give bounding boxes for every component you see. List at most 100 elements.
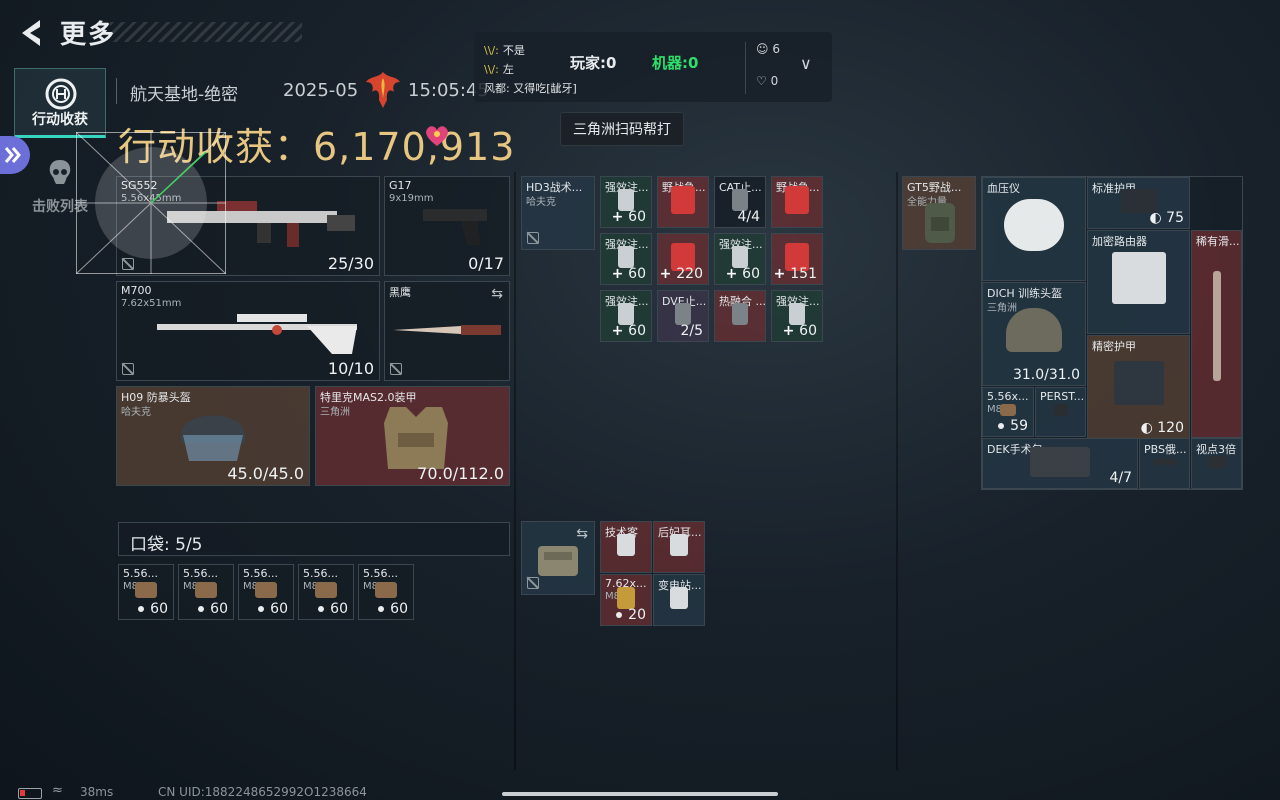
- rig-item[interactable]: + 151: [771, 233, 823, 285]
- person-icon: ☺: [756, 42, 769, 56]
- pocket-item[interactable]: 5.56...M85...60: [238, 564, 294, 620]
- item-name: 5.56...: [363, 567, 398, 580]
- item-name: 5.56x...: [987, 390, 1029, 403]
- chat-line: \\/: 左: [484, 63, 514, 76]
- item-quantity: 60: [628, 209, 646, 225]
- swap-icon[interactable]: ⇆: [491, 286, 503, 302]
- backpack-item[interactable]: 加密路由器: [1087, 230, 1190, 334]
- pistol-icon: [423, 209, 487, 245]
- backpack-item[interactable]: 视点3倍: [1191, 438, 1242, 489]
- backpack-item[interactable]: 5.56x...M85559: [982, 387, 1034, 437]
- item-subname: 三角洲: [987, 303, 1017, 314]
- ammo-box-icon: [135, 581, 157, 598]
- plus-icon: +: [725, 266, 743, 282]
- chest-rig-slot[interactable]: HD3战术... 哈夫克: [521, 176, 595, 250]
- backpack-item[interactable]: 稀有滑...: [1191, 230, 1242, 438]
- helmet-slot[interactable]: H09 防暴头盔 哈夫克 45.0/45.0: [116, 386, 310, 486]
- backpack-item[interactable]: 精密护甲 ◐ 120: [1087, 335, 1190, 439]
- backpack-slot[interactable]: GT5野战... 全能力量: [902, 176, 976, 250]
- rig-item[interactable]: 热融合 ...: [714, 290, 766, 342]
- pouch-slot[interactable]: ⇆: [521, 521, 595, 595]
- tab-harvest[interactable]: 行动收获: [14, 68, 106, 138]
- pouch-item[interactable]: 7.62x...M8...20: [600, 574, 652, 626]
- chat-log: \\/: 不是 \\/: 左 风都: 又得吃[龇牙]: [484, 42, 577, 96]
- surgery-kit-icon: [1030, 446, 1090, 477]
- pocket-item[interactable]: 5.56...M85...60: [298, 564, 354, 620]
- weapon-slot-primary[interactable]: SG552 5.56x45mm 25/30: [116, 176, 380, 276]
- home-indicator[interactable]: [502, 792, 778, 796]
- item-quantity: 60: [330, 601, 348, 617]
- rig-item[interactable]: 野战急...: [771, 176, 823, 228]
- lock-icon: [527, 577, 539, 589]
- plus-icon: +: [611, 323, 629, 339]
- knife-icon: [393, 325, 501, 335]
- item-name: 5.56...: [123, 567, 158, 580]
- pouch-item[interactable]: 变电站...: [653, 574, 705, 626]
- plus-icon: +: [611, 209, 629, 225]
- item-quantity: 59: [1010, 418, 1028, 434]
- ammo-dot-icon: [198, 606, 205, 612]
- rig-item[interactable]: + 220: [657, 233, 709, 285]
- page-title: 更多: [60, 20, 117, 50]
- divider: [745, 42, 746, 94]
- rig-item[interactable]: DVE止... 2/5: [657, 290, 709, 342]
- ammo-dot-icon: [616, 612, 623, 618]
- item-quantity: 4/7: [1109, 470, 1132, 486]
- rig-item[interactable]: CAT止... 4/4: [714, 176, 766, 228]
- help-tooltip: 三角洲扫码帮打: [560, 112, 684, 146]
- ammo-dot-icon: [998, 423, 1005, 429]
- backpack-item[interactable]: 标准护甲 ◐ 75: [1087, 177, 1190, 229]
- rig-item[interactable]: 强效注... + 60: [600, 233, 652, 285]
- rig-item[interactable]: 野战急...: [657, 176, 709, 228]
- body-armor-slot[interactable]: 特里克MAS2.0装甲 三角洲 70.0/112.0: [315, 386, 510, 486]
- plus-icon: +: [659, 266, 677, 282]
- item-name: 精密护甲: [1092, 340, 1136, 353]
- item-quantity: 151: [790, 266, 817, 282]
- keycard-icon: [670, 587, 688, 609]
- backpack-item[interactable]: 血压仪: [982, 177, 1086, 281]
- heart-sticker-icon: [426, 126, 448, 146]
- side-expand-button[interactable]: [0, 136, 30, 174]
- item-name: 稀有滑...: [1196, 235, 1240, 248]
- rig-item[interactable]: 强效注... + 60: [714, 233, 766, 285]
- room-likes[interactable]: ♡ 0: [756, 74, 778, 88]
- ammo-dot-icon: [318, 606, 325, 612]
- ammo-dot-icon: [138, 606, 145, 612]
- rig-item[interactable]: 强效注... + 60: [771, 290, 823, 342]
- suppressor-icon: [1152, 458, 1177, 465]
- item-quantity: 60: [628, 266, 646, 282]
- ammo-dot-icon: [258, 606, 265, 612]
- column-divider: [514, 172, 516, 770]
- ping-text: 38ms: [80, 785, 114, 799]
- bots-count: 机器:0: [652, 54, 699, 72]
- pocket-item[interactable]: 5.56...M85...60: [178, 564, 234, 620]
- weapon-slot-melee[interactable]: 黑鹰 ⇆: [384, 281, 510, 381]
- ammo-box-icon: [195, 581, 217, 598]
- rig-item[interactable]: 强效注... + 60: [600, 176, 652, 228]
- heart-outline-icon: ♡: [756, 74, 767, 88]
- pocket-item[interactable]: 5.56...M85...60: [358, 564, 414, 620]
- fuse-icon: [732, 303, 748, 325]
- back-arrow-icon[interactable]: [14, 16, 48, 50]
- chat-sender-icon: \\/:: [484, 63, 499, 76]
- item-quantity: 60: [799, 323, 817, 339]
- weapon-slot-pistol[interactable]: G17 9x19mm 0/17: [384, 176, 510, 276]
- backpack-item[interactable]: PERST...: [1035, 387, 1086, 437]
- chevron-down-icon[interactable]: ∨: [800, 54, 812, 73]
- backpack-item[interactable]: DEK手术包 4/7: [982, 438, 1138, 489]
- syringe-icon: [618, 303, 634, 325]
- pocket-item[interactable]: 5.56...M85...60: [118, 564, 174, 620]
- lock-icon: [122, 258, 134, 270]
- durability-shield-icon: ◐: [1140, 420, 1158, 436]
- weapon-slot-secondary[interactable]: M700 7.62x51mm 10/10: [116, 281, 380, 381]
- skull-icon: [49, 160, 71, 184]
- pouch-item[interactable]: 技术客: [600, 521, 652, 573]
- pouch-item[interactable]: 后妃耳...: [653, 521, 705, 573]
- backpack-item[interactable]: DICH 训练头盔 三角洲 31.0/31.0: [982, 282, 1086, 386]
- rig-item[interactable]: 强效注... + 60: [600, 290, 652, 342]
- item-quantity: 60: [742, 266, 760, 282]
- pouch-icon: [538, 546, 578, 576]
- item-quantity: 220: [676, 266, 703, 282]
- backpack-item[interactable]: PBS俄...: [1139, 438, 1190, 489]
- item-quantity: 31.0/31.0: [1012, 367, 1080, 383]
